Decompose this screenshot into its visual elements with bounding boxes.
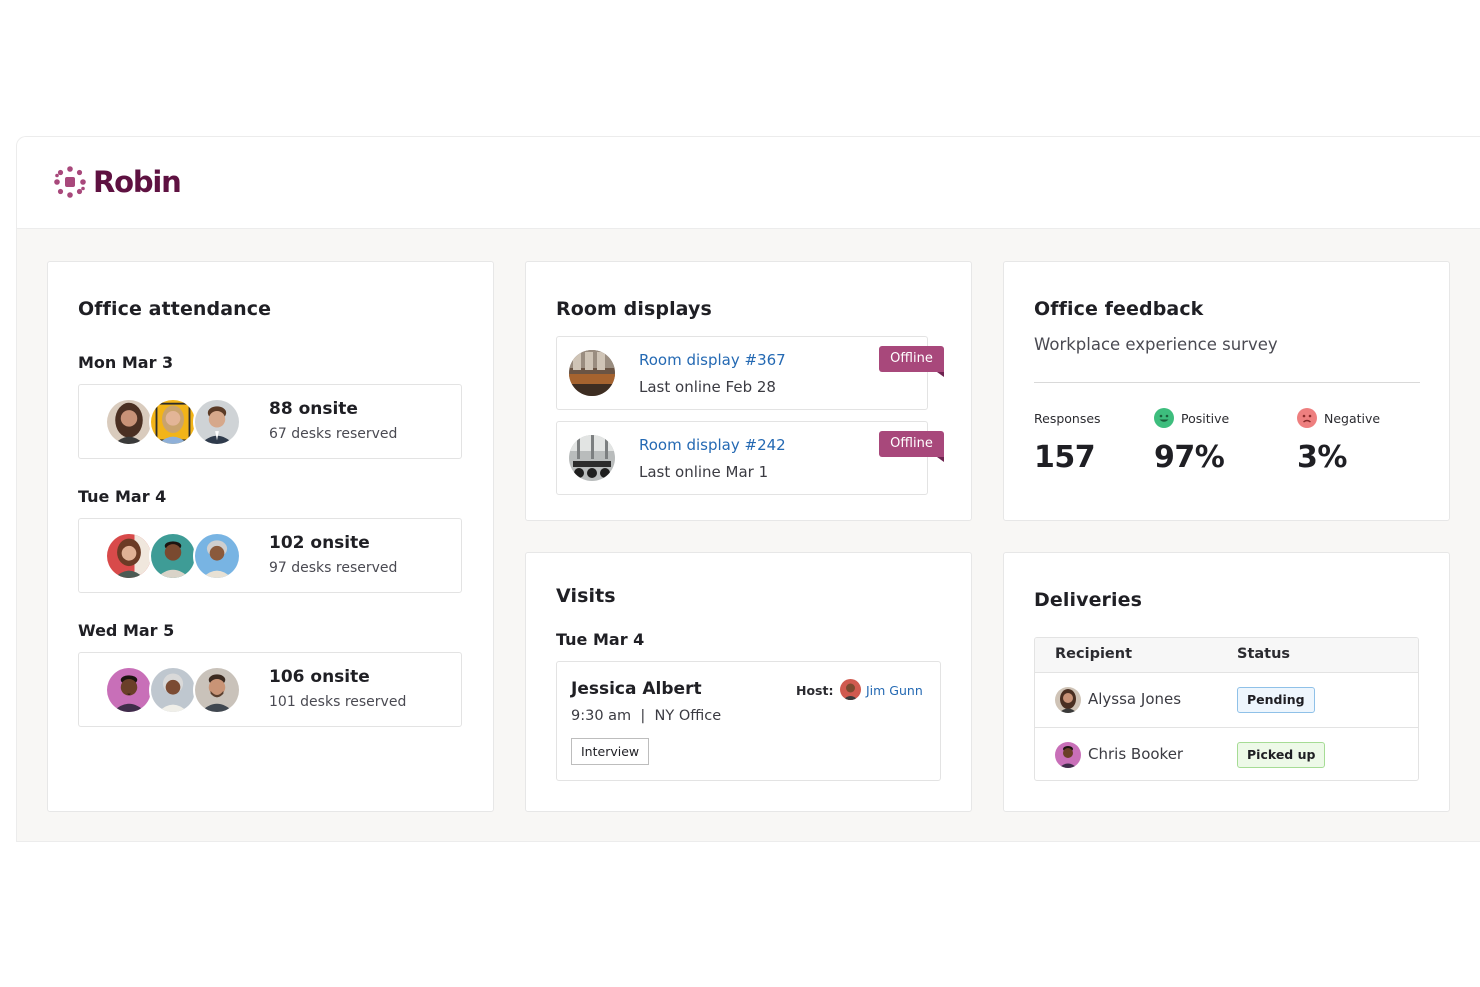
host-name-link[interactable]: Jim Gunn [866, 683, 923, 698]
table-header: Recipient Status [1035, 638, 1418, 673]
avatar [193, 666, 241, 714]
avatar [105, 666, 153, 714]
positive-stat: Positive 97% [1154, 408, 1229, 475]
negative-value: 3% [1297, 440, 1347, 475]
smiley-face-icon [1154, 408, 1174, 428]
responses-label: Responses [1034, 410, 1101, 426]
room-display-item[interactable]: Room display #367 Last online Feb 28 Off… [556, 336, 944, 410]
status-badge: Pending [1237, 687, 1315, 713]
frown-face-icon [1297, 408, 1317, 428]
dashboard: Robin Office attendance Mon Mar 3 88 ons… [16, 136, 1480, 842]
column-header-status: Status [1237, 646, 1291, 662]
offline-badge: Offline [879, 346, 944, 377]
host-avatar [840, 679, 861, 700]
positive-label: Positive [1181, 410, 1230, 426]
day-label: Tue Mar 4 [78, 487, 167, 506]
avatar-group [105, 398, 245, 446]
robin-logo-icon [54, 166, 86, 198]
deliveries-table: Recipient Status Alyssa Jones Pending Ch… [1034, 637, 1419, 781]
negative-label: Negative [1324, 410, 1381, 426]
deliveries-title: Deliveries [1034, 589, 1143, 611]
survey-name: Workplace experience survey [1034, 335, 1278, 354]
brand-logo[interactable]: Robin [53, 165, 182, 199]
offline-badge: Offline [879, 431, 944, 462]
status-badge: Picked up [1237, 742, 1326, 768]
onsite-count: 106 onsite [269, 667, 370, 687]
responses-stat: Responses 157 [1034, 408, 1101, 476]
attendance-row[interactable]: 102 onsite 97 desks reserved [78, 518, 462, 593]
attendance-card: Office attendance Mon Mar 3 88 onsite 67… [47, 261, 494, 812]
onsite-count: 102 onsite [269, 533, 370, 553]
room-photo [569, 350, 615, 396]
avatar [1055, 742, 1081, 768]
avatar [105, 532, 153, 580]
positive-value: 97% [1154, 440, 1225, 475]
attendance-title: Office attendance [78, 298, 272, 320]
column-header-recipient: Recipient [1055, 646, 1133, 662]
visit-time-location: 9:30 am | NY Office [571, 708, 722, 724]
avatar [193, 398, 241, 446]
attendance-row[interactable]: 106 onsite 101 desks reserved [78, 652, 462, 727]
avatar-group [105, 532, 245, 580]
office-feedback-title: Office feedback [1034, 298, 1204, 320]
visit-day: Tue Mar 4 [556, 630, 645, 649]
visitor-name: Jessica Albert [571, 679, 702, 699]
negative-stat: Negative 3% [1297, 408, 1380, 475]
table-row[interactable]: Chris Booker Picked up [1035, 727, 1418, 780]
room-display-name[interactable]: Room display #367 [639, 351, 786, 369]
attendance-row[interactable]: 88 onsite 67 desks reserved [78, 384, 462, 459]
day-label: Mon Mar 3 [78, 353, 174, 372]
deliveries-card: Deliveries Recipient Status Alyssa Jones… [1003, 552, 1450, 812]
divider [1034, 382, 1420, 383]
avatar-group [105, 666, 245, 714]
host-label: Host: [796, 683, 834, 698]
visits-title: Visits [556, 585, 616, 607]
avatar [193, 532, 241, 580]
table-row[interactable]: Alyssa Jones Pending [1035, 673, 1418, 727]
room-displays-title: Room displays [556, 298, 712, 320]
room-last-online: Last online Mar 1 [639, 463, 769, 481]
desks-reserved: 101 desks reserved [269, 694, 407, 710]
avatar [149, 398, 197, 446]
top-bar: Robin [17, 137, 1480, 229]
avatar [149, 666, 197, 714]
visit-item[interactable]: Jessica Albert 9:30 am | NY Office Inter… [556, 661, 941, 781]
responses-value: 157 [1034, 440, 1096, 475]
desks-reserved: 97 desks reserved [269, 560, 398, 576]
avatar [149, 532, 197, 580]
room-last-online: Last online Feb 28 [639, 378, 776, 396]
avatar [105, 398, 153, 446]
room-photo [569, 435, 615, 481]
brand-name: Robin [93, 165, 182, 199]
recipient-name: Chris Booker [1088, 745, 1184, 763]
office-feedback-card: Office feedback Workplace experience sur… [1003, 261, 1450, 521]
desks-reserved: 67 desks reserved [269, 426, 398, 442]
visit-type-tag: Interview [571, 738, 650, 765]
recipient-name: Alyssa Jones [1088, 690, 1182, 708]
visits-card: Visits Tue Mar 4 Jessica Albert 9:30 am … [525, 552, 972, 812]
room-display-name[interactable]: Room display #242 [639, 436, 786, 454]
room-displays-card: Room displays Room display #367 Last onl… [525, 261, 972, 521]
avatar [1055, 687, 1081, 713]
room-display-item[interactable]: Room display #242 Last online Mar 1 Offl… [556, 421, 944, 495]
onsite-count: 88 onsite [269, 399, 358, 419]
day-label: Wed Mar 5 [78, 621, 175, 640]
